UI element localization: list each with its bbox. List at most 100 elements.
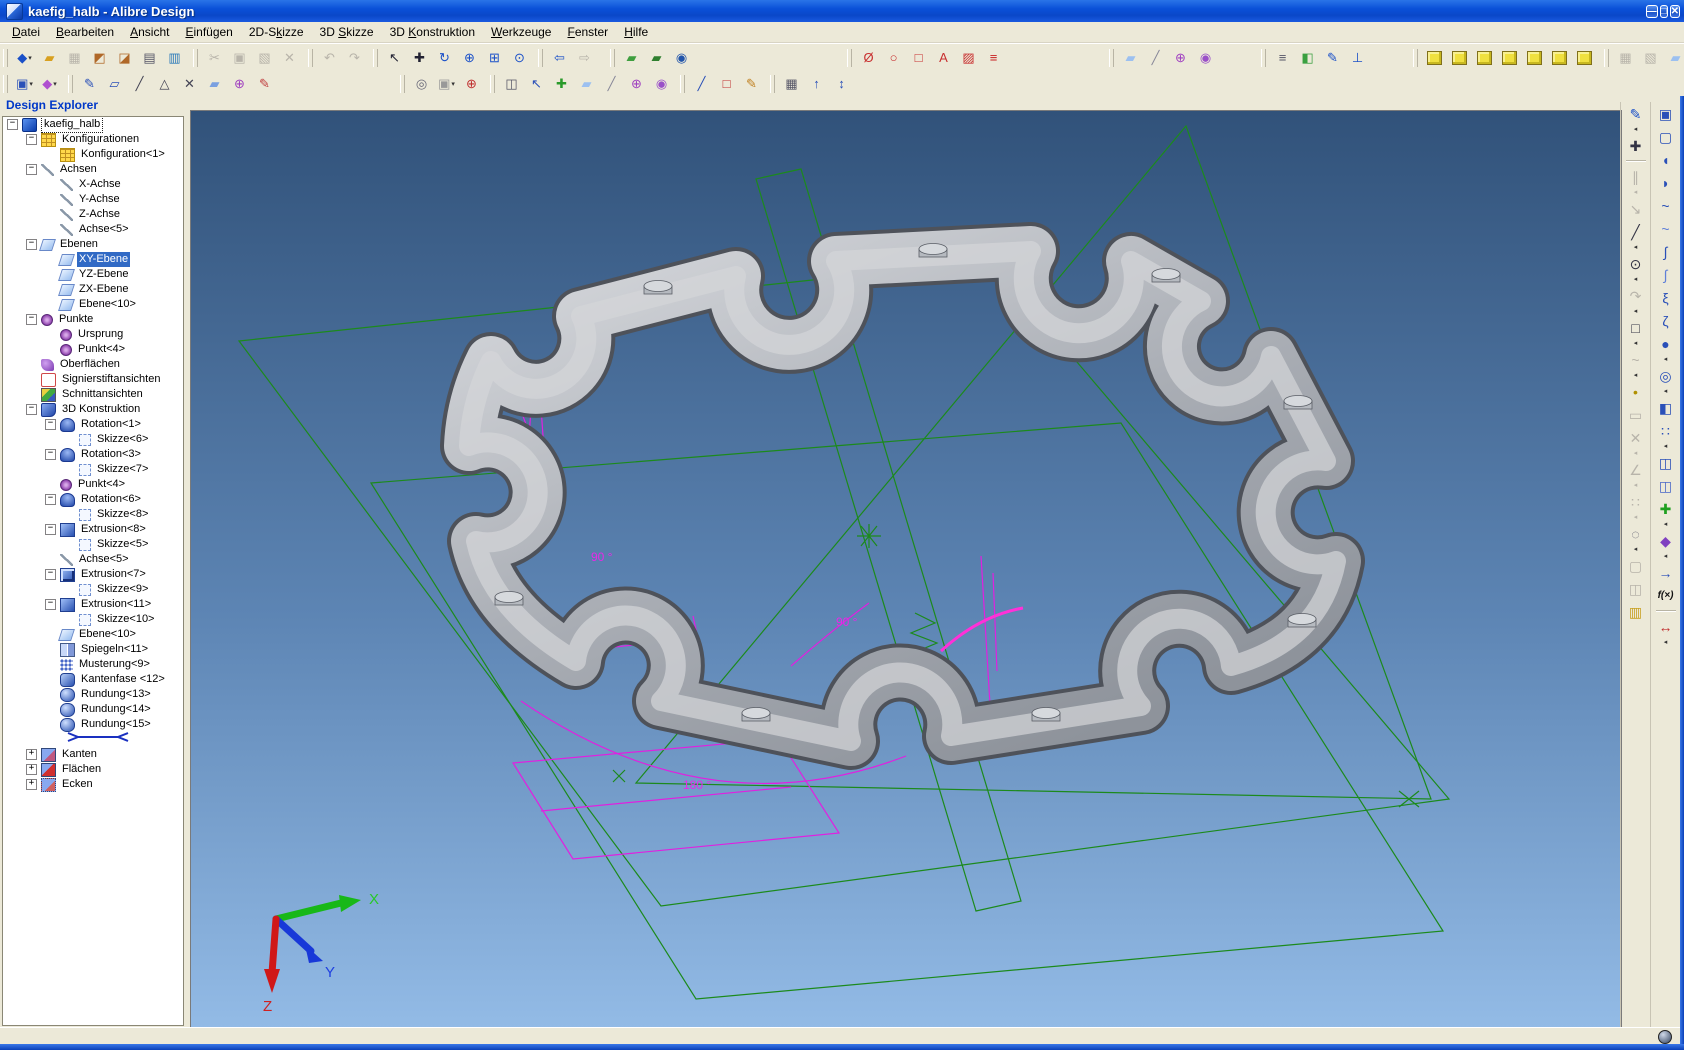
tree-item-schnittansichten[interactable]: Schnittansichten (3, 387, 183, 402)
tree-item-rundung-14[interactable]: Rundung<14> (3, 702, 183, 717)
tree-item-spiegeln-11[interactable]: Spiegeln<11> (3, 642, 183, 657)
menu-hilfe[interactable]: Hilfe (616, 23, 656, 41)
tree-item-musterung-9[interactable]: Musterung<9> (3, 657, 183, 672)
viewport-3d[interactable]: 90 ° 90 ° 180 ° X Y Z (190, 110, 1622, 1030)
grid-snap[interactable]: ▦ (780, 73, 803, 95)
revolve-cut[interactable]: ◗ (1654, 171, 1678, 194)
tree-item-punkt-4[interactable]: Punkt<4> (3, 477, 183, 492)
tree-item-extrusion-8[interactable]: − Extrusion<8> (3, 522, 183, 537)
region-select-tool[interactable]: ◌ (1624, 522, 1648, 545)
expand-toggle-konfigurationen[interactable]: − (26, 134, 37, 145)
quick-dimension[interactable]: ↖ (525, 73, 548, 95)
project-to-sketch[interactable]: ↑ (805, 73, 828, 95)
rectangle-tool[interactable]: □ (1624, 316, 1648, 339)
boolean-tool[interactable]: ◧ (1654, 396, 1678, 419)
reference-rectangle[interactable]: □ (715, 73, 738, 95)
restore-button[interactable]: □ (1659, 5, 1668, 18)
mirror-part[interactable]: ◫ (1654, 474, 1678, 497)
tree-item-y-achse[interactable]: Y-Achse (3, 192, 183, 207)
circle-tool[interactable]: ⊙ (1624, 252, 1648, 275)
menu-2d-skizze[interactable]: 2D-Skizze (241, 23, 312, 41)
shell-tool[interactable]: ◎ (1654, 364, 1678, 387)
expand-toggle-kanten[interactable]: + (26, 749, 37, 760)
menu-3d-konstruktion[interactable]: 3D Konstruktion (382, 23, 483, 41)
view-right[interactable] (1498, 47, 1521, 69)
export-file[interactable]: ◪ (113, 47, 136, 69)
plane-toggle-back[interactable]: ▰ (645, 47, 668, 69)
tree-item-achse-5[interactable]: Achse<5> (3, 552, 183, 567)
point-snap[interactable]: ⊕ (460, 73, 483, 95)
pan-tool[interactable]: ✚ (408, 47, 431, 69)
selection-mode-dropdown-arrow[interactable]: ▾ (29, 80, 33, 88)
tree-item-ecken[interactable]: + Ecken (3, 777, 183, 792)
flyout-arrow[interactable]: ◂ (1664, 387, 1668, 396)
sweep-boss[interactable]: ~ (1654, 194, 1678, 217)
tree-item-extrusion-11[interactable]: − Extrusion<11> (3, 597, 183, 612)
tree-item-ebenen[interactable]: − Ebenen (3, 237, 183, 252)
menu-datei[interactable]: Datei (4, 23, 48, 41)
tree-item-konfigurationen[interactable]: − Konfigurationen (3, 132, 183, 147)
helix-boss[interactable]: ξ (1654, 286, 1678, 309)
color-properties[interactable]: ◆ (1654, 529, 1678, 552)
tree-item-signierstiftansichten[interactable]: Signierstiftansichten (3, 372, 183, 387)
print[interactable]: ▤ (138, 47, 161, 69)
new-file-dropdown-arrow[interactable]: ▾ (28, 54, 32, 62)
sketch-dimension[interactable]: Ø (857, 47, 880, 69)
zoom-in-tool[interactable]: ⊕ (458, 47, 481, 69)
menu-3d-skizze[interactable]: 3D Skizze (312, 23, 382, 41)
view-left[interactable] (1473, 47, 1496, 69)
sketch-text[interactable]: A (932, 47, 955, 69)
tree-item-kanten[interactable]: + Kanten (3, 747, 183, 762)
tree-item-rotation-1[interactable]: − Rotation<1> (3, 417, 183, 432)
flyout-arrow[interactable]: ◂ (1634, 371, 1638, 380)
flyout-arrow[interactable]: ◂ (1634, 125, 1638, 134)
expand-toggle-punkte[interactable]: − (26, 314, 37, 325)
expand-toggle-ebenen[interactable]: − (26, 239, 37, 250)
quick-render[interactable]: ◉ (670, 47, 693, 69)
view-window[interactable]: ◫ (500, 73, 523, 95)
close-button[interactable]: ✕ (1669, 5, 1680, 18)
insert-plane[interactable]: ▰ (1119, 47, 1142, 69)
sweep-cut[interactable]: ~ (1654, 217, 1678, 240)
filter-points[interactable]: ⊕ (228, 73, 251, 95)
menu-fenster[interactable]: Fenster (559, 23, 616, 41)
expand-toggle-fl-chen[interactable]: + (26, 764, 37, 775)
tree-item-achse-5[interactable]: Achse<5> (3, 222, 183, 237)
tree-item-achsen[interactable]: − Achsen (3, 162, 183, 177)
shape-selection-mode-dropdown-arrow[interactable]: ▾ (53, 80, 57, 88)
tree-item-skizze-5[interactable]: Skizze<5> (3, 537, 183, 552)
helix-cut[interactable]: ζ (1654, 309, 1678, 332)
menu-werkzeuge[interactable]: Werkzeuge (483, 23, 559, 41)
reference-sketch[interactable]: ✎ (740, 73, 763, 95)
rotate-view-tool[interactable]: ↻ (433, 47, 456, 69)
expand-toggle-ecken[interactable]: + (26, 779, 37, 790)
insert-surface[interactable]: ◉ (1194, 47, 1217, 69)
tree-item-zx-ebene[interactable]: ZX-Ebene (3, 282, 183, 297)
expand-toggle-rotation-1[interactable]: − (45, 419, 56, 430)
tree-item-z-achse[interactable]: Z-Achse (3, 207, 183, 222)
tree-item-xy-ebene[interactable]: XY-Ebene (3, 252, 183, 267)
tree-item-skizze-9[interactable]: Skizze<9> (3, 582, 183, 597)
show-axes[interactable]: ╱ (600, 73, 623, 95)
tree-item-ebene-10[interactable]: Ebene<10> (3, 627, 183, 642)
tree-item-3d-konstruktion[interactable]: − 3D Konstruktion (3, 402, 183, 417)
sketch-on-plane[interactable]: ▰ (1664, 47, 1684, 69)
tree-item-yz-ebene[interactable]: YZ-Ebene (3, 267, 183, 282)
sketch-fill[interactable]: ▨ (957, 47, 980, 69)
view-back-ortho[interactable] (1448, 47, 1471, 69)
select-tool[interactable]: ↖ (383, 47, 406, 69)
insert-part[interactable]: ✚ (1654, 497, 1678, 520)
fillet-3d[interactable]: ● (1654, 332, 1678, 355)
tree-item-extrusion-7[interactable]: − Extrusion<7> (3, 567, 183, 582)
line-tool[interactable]: ╱ (1624, 220, 1648, 243)
tool-cylinder[interactable]: ◎ (410, 73, 433, 95)
filter-curves[interactable]: △ (153, 73, 176, 95)
filter-profiles[interactable]: ▱ (103, 73, 126, 95)
expand-toggle-kaefig-halb[interactable]: − (7, 119, 18, 130)
tree-item-rundung-13[interactable]: Rundung<13> (3, 687, 183, 702)
menu-bearbeiten[interactable]: Bearbeiten (48, 23, 122, 41)
tree-item-punkte[interactable]: − Punkte (3, 312, 183, 327)
section-view[interactable]: ◧ (1296, 47, 1319, 69)
tree-item-skizze-6[interactable]: Skizze<6> (3, 432, 183, 447)
rollback-bar-icon[interactable] (66, 732, 130, 747)
